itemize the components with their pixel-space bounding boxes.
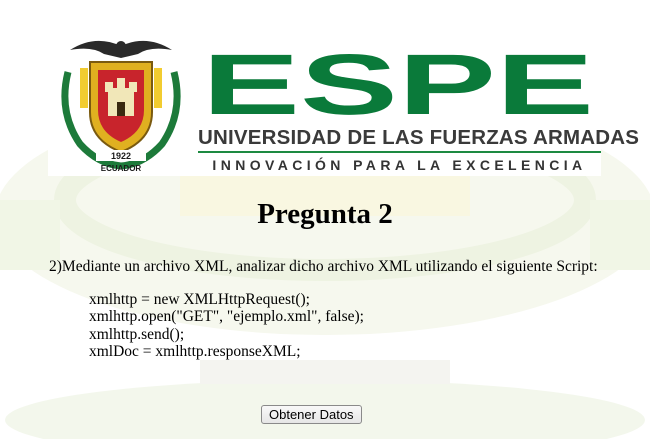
page-title: Pregunta 2 [257,198,393,230]
crest-country: ECUADOR [101,164,142,173]
header-banner: 1922 ECUADOR ESPE UNIVERSIDAD DE LAS FUE… [48,30,640,176]
script-line: xmlhttp = new XMLHttpRequest(); [89,291,310,308]
espe-wordmark: ESPE [202,37,594,122]
script-line: xmlDoc = xmlhttp.responseXML; [89,342,301,360]
brand-block: ESPE UNIVERSIDAD DE LAS FUERZAS ARMADAS … [198,30,640,176]
script-code-block: xmlhttp = new XMLHttpRequest(); xmlhttp.… [89,291,364,360]
script-line: xmlhttp.send(); [89,325,185,343]
page-content: 1922 ECUADOR ESPE UNIVERSIDAD DE LAS FUE… [0,0,650,439]
script-line: xmlhttp.open("GET", "ejemplo.xml", false… [89,308,364,326]
banner-divider [198,151,601,153]
university-crest: 1922 ECUADOR [61,40,181,173]
espe-wordmark-text: ESPE [202,37,594,122]
university-name: UNIVERSIDAD DE LAS FUERZAS ARMADAS [198,126,640,149]
obtener-datos-button[interactable]: Obtener Datos [261,405,362,424]
question-text: 2)Mediante un archivo XML, analizar dich… [49,258,598,275]
university-tagline: INNOVACIÓN PARA LA EXCELENCIA [212,157,587,173]
crest-year: 1922 [111,151,131,161]
